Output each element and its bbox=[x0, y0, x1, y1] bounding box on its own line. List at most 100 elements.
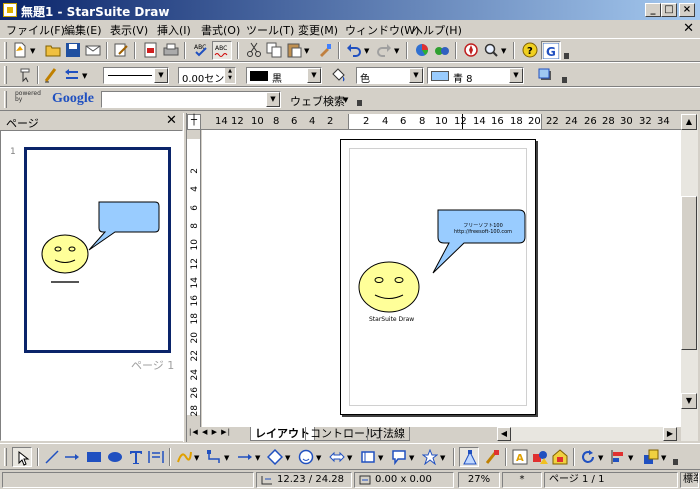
new-dropdown-icon[interactable]: ▼ bbox=[30, 47, 35, 55]
undo-dropdown-icon[interactable]: ▼ bbox=[364, 47, 369, 55]
toolbar-overflow-icon[interactable] bbox=[564, 53, 569, 59]
basic-shapes-dropdown-icon[interactable]: ▼ bbox=[285, 454, 290, 462]
maximize-button[interactable]: □ bbox=[661, 3, 677, 17]
scroll-down-button[interactable]: ▼ bbox=[681, 393, 697, 409]
autospellcheck-toggle[interactable]: ABC bbox=[212, 41, 232, 60]
basic-shapes-tool-icon[interactable] bbox=[267, 449, 283, 465]
google-toggle[interactable]: G bbox=[541, 41, 561, 60]
lines-arrows-tool-icon[interactable] bbox=[237, 449, 253, 465]
tab-dimension-lines[interactable]: 寸法線 bbox=[367, 427, 410, 441]
arrange-icon[interactable] bbox=[643, 449, 659, 465]
block-arrows-tool-icon[interactable] bbox=[329, 449, 345, 465]
menu-format[interactable]: 書式(O) bbox=[201, 22, 240, 38]
arrow-style-icon[interactable] bbox=[64, 67, 80, 83]
redo-dropdown-icon[interactable]: ▼ bbox=[394, 47, 399, 55]
menu-tools[interactable]: ツール(T) bbox=[246, 22, 294, 38]
area-fill-icon[interactable] bbox=[330, 67, 346, 83]
line-width-input[interactable]: 0.00センチ ▲ ▼ bbox=[178, 67, 236, 85]
area-style-dropdown-icon[interactable]: ▼ bbox=[409, 68, 423, 83]
line-style-select[interactable]: ▼ bbox=[103, 67, 169, 84]
help-icon[interactable]: ? bbox=[522, 42, 538, 58]
scroll-left-button[interactable]: ◀ bbox=[497, 427, 511, 441]
zoom-icon[interactable] bbox=[483, 42, 499, 58]
email-icon[interactable] bbox=[85, 42, 101, 58]
drawing-canvas[interactable]: フリーソフト100 http://freesoft-100.com StarSu… bbox=[202, 130, 681, 427]
alignment-dropdown-icon[interactable]: ▼ bbox=[628, 454, 633, 462]
search-history-dropdown-icon[interactable]: ▼ bbox=[266, 92, 280, 107]
google-search-input[interactable]: ▼ bbox=[101, 91, 281, 108]
block-arrows-dropdown-icon[interactable]: ▼ bbox=[347, 454, 352, 462]
menu-modify[interactable]: 変更(M) bbox=[298, 22, 338, 38]
web-search-button[interactable]: ウェブ検索 bbox=[290, 93, 345, 109]
menu-view[interactable]: 表示(V) bbox=[110, 22, 148, 38]
toolbar-overflow-icon[interactable] bbox=[357, 100, 362, 106]
export-pdf-icon[interactable] bbox=[143, 42, 159, 58]
text-tool-icon[interactable] bbox=[128, 449, 144, 465]
paste-dropdown-icon[interactable]: ▼ bbox=[304, 47, 309, 55]
page-style[interactable]: 標準 bbox=[680, 472, 699, 488]
symbol-shapes-tool-icon[interactable] bbox=[298, 449, 314, 465]
toolbar-overflow-icon[interactable] bbox=[673, 459, 678, 465]
menu-file[interactable]: ファイル(F) bbox=[6, 22, 65, 38]
line-color-select[interactable]: 黒 ▼ bbox=[246, 67, 322, 85]
print-icon[interactable] bbox=[163, 42, 179, 58]
drawing-page[interactable]: フリーソフト100 http://freesoft-100.com StarSu… bbox=[340, 139, 536, 415]
chart-icon[interactable] bbox=[414, 42, 430, 58]
zoom-dropdown-icon[interactable]: ▼ bbox=[501, 47, 506, 55]
close-button[interactable]: × bbox=[679, 3, 695, 17]
paste-icon[interactable] bbox=[286, 42, 302, 58]
minimize-button[interactable]: _ bbox=[645, 3, 661, 17]
arrange-dropdown-icon[interactable]: ▼ bbox=[661, 454, 666, 462]
redo-icon[interactable] bbox=[376, 42, 392, 58]
points-toggle[interactable] bbox=[459, 447, 479, 467]
flowchart-dropdown-icon[interactable]: ▼ bbox=[378, 454, 383, 462]
scroll-right-button[interactable]: ▶ bbox=[663, 427, 677, 441]
page-thumbnail[interactable] bbox=[24, 147, 171, 353]
rectangle-tool-icon[interactable] bbox=[86, 449, 102, 465]
fit-text-tool-icon[interactable] bbox=[148, 449, 164, 465]
alignment-icon[interactable] bbox=[610, 449, 626, 465]
arrow-style-dropdown-icon[interactable]: ▼ bbox=[82, 72, 87, 80]
horizontal-ruler[interactable]: 14 12 10 8 6 4 2 2 4 6 8 10 12 14 16 18 … bbox=[201, 114, 681, 130]
menu-insert[interactable]: 挿入(I) bbox=[157, 22, 191, 38]
copy-icon[interactable] bbox=[266, 42, 282, 58]
tab-stop-selector[interactable]: ┼ bbox=[187, 114, 201, 130]
close-document-icon[interactable]: ✕ bbox=[683, 21, 694, 36]
line-style-dropdown-icon[interactable]: ▼ bbox=[154, 68, 168, 83]
gallery-insert-icon[interactable] bbox=[552, 449, 568, 465]
open-folder-icon[interactable] bbox=[45, 42, 61, 58]
line-arrow-tool-icon[interactable] bbox=[64, 449, 80, 465]
save-icon[interactable] bbox=[65, 42, 81, 58]
from-file-icon[interactable] bbox=[532, 449, 548, 465]
line-width-spinner[interactable]: ▲ ▼ bbox=[225, 68, 235, 83]
toolbar-grip[interactable] bbox=[4, 448, 7, 466]
line-color-dropdown-icon[interactable]: ▼ bbox=[307, 68, 321, 83]
curve-tool-icon[interactable] bbox=[176, 449, 192, 465]
area-style-select[interactable]: 色 ▼ bbox=[356, 67, 424, 85]
rotate-icon[interactable] bbox=[580, 449, 596, 465]
vertical-scrollbar[interactable]: ▲ ▼ bbox=[681, 114, 698, 441]
undo-icon[interactable] bbox=[346, 42, 362, 58]
glue-points-icon[interactable] bbox=[484, 449, 500, 465]
menu-help[interactable]: ヘルプ(H) bbox=[412, 22, 462, 38]
fontwork-icon[interactable]: A bbox=[512, 449, 528, 465]
stars-dropdown-icon[interactable]: ▼ bbox=[440, 454, 445, 462]
flowchart-tool-icon[interactable] bbox=[360, 449, 376, 465]
app-icon[interactable] bbox=[3, 3, 17, 17]
connector-dropdown-icon[interactable]: ▼ bbox=[224, 454, 229, 462]
smiley-face-shape[interactable] bbox=[358, 261, 420, 313]
zoom-value[interactable]: 27% bbox=[458, 472, 500, 488]
toolbar-grip[interactable] bbox=[4, 42, 7, 59]
cut-icon[interactable] bbox=[246, 42, 262, 58]
menu-edit[interactable]: 編集(E) bbox=[64, 22, 102, 38]
line-icon[interactable] bbox=[43, 67, 59, 83]
callout-shape[interactable] bbox=[432, 209, 526, 274]
vertical-ruler[interactable]: 2 4 6 8 10 12 14 16 18 20 22 24 26 28 bbox=[187, 130, 201, 427]
toolbar-grip[interactable] bbox=[4, 91, 7, 108]
area-color-select[interactable]: 青 8 ▼ bbox=[427, 67, 524, 85]
menu-window[interactable]: ウィンドウ(W) bbox=[345, 22, 419, 38]
symbol-shapes-dropdown-icon[interactable]: ▼ bbox=[316, 454, 321, 462]
close-panel-icon[interactable]: ✕ bbox=[166, 113, 177, 128]
web-search-dropdown-icon[interactable]: ▼ bbox=[343, 96, 348, 104]
horizontal-scroll-track[interactable] bbox=[511, 427, 663, 441]
